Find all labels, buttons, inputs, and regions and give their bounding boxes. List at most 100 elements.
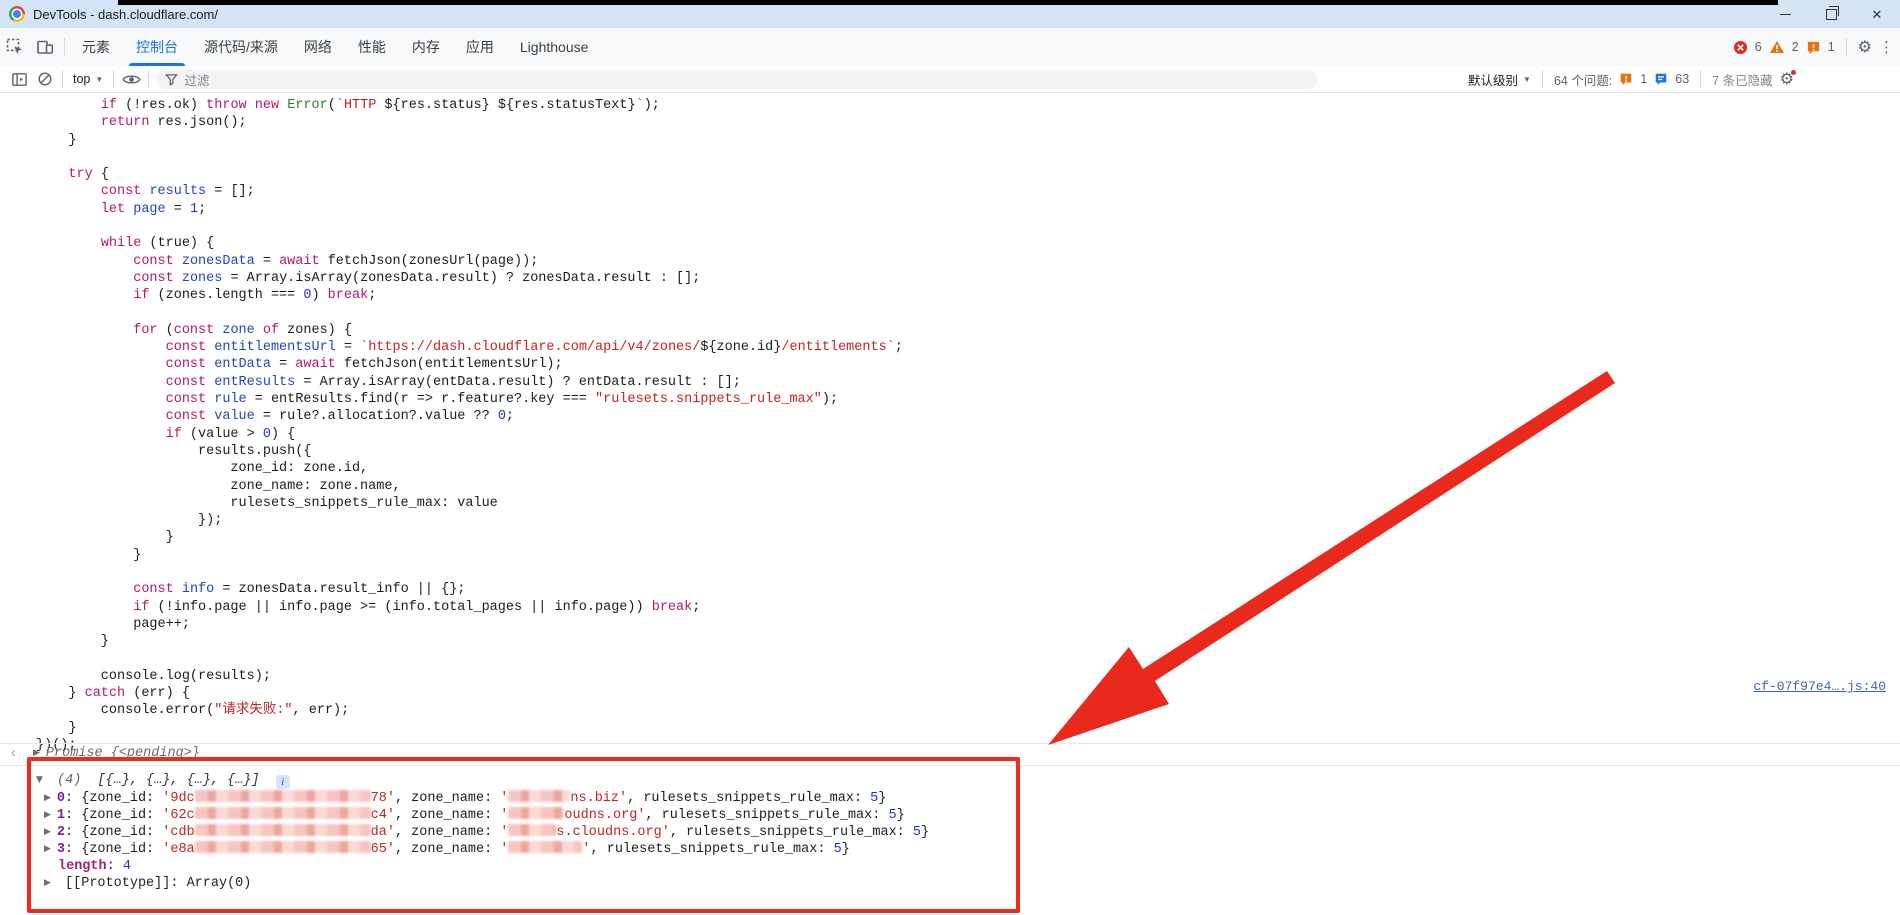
code-line: const entData = await fetchJson(entitlem… — [36, 356, 903, 373]
code-line: while (true) { — [36, 235, 903, 252]
tab-内存[interactable]: 内存 — [399, 28, 453, 66]
code-line: zone_id: zone.id, — [36, 460, 903, 477]
redacted-zone-name — [508, 841, 582, 853]
array-item-row[interactable]: ▶0: {zone_id: '9dc78', zone_name: 'ns.bi… — [36, 790, 1900, 807]
length-key: length — [58, 859, 107, 874]
collapse-chevron-icon[interactable]: ‹ — [9, 745, 18, 762]
window-title: DevTools - dash.cloudflare.com/ — [33, 7, 218, 22]
tab-控制台[interactable]: 控制台 — [123, 28, 191, 66]
tab-Lighthouse[interactable]: Lighthouse — [507, 28, 602, 66]
code-line: page++; — [36, 616, 903, 633]
array-header[interactable]: ▼ (4) [{…}, {…}, {…}, {…}] i — [36, 771, 1900, 790]
tab-性能[interactable]: 性能 — [345, 28, 399, 66]
inspect-icon — [6, 38, 24, 56]
clear-icon — [37, 71, 53, 87]
expand-triangle-icon[interactable]: ▶ — [33, 748, 40, 758]
funnel-icon — [165, 73, 178, 86]
expand-triangle-icon[interactable]: ▶ — [44, 844, 51, 854]
filter-placeholder: 过滤 — [184, 70, 209, 89]
issue-icon[interactable] — [1806, 40, 1821, 55]
code-line: const results = []; — [36, 183, 903, 200]
settings-gear-icon[interactable]: ⚙ — [1858, 39, 1872, 55]
code-line: } — [36, 633, 903, 650]
issues-label[interactable]: 64 个问题: — [1554, 70, 1612, 89]
code-line: } catch (err) { — [36, 685, 903, 702]
devtools-window: DevTools - dash.cloudflare.com/ ✕ 元素控制台源… — [0, 0, 1900, 915]
array-count: (4) — [57, 773, 81, 788]
more-options-icon[interactable]: ⋮ — [1879, 40, 1894, 55]
tab-源代码/来源[interactable]: 源代码/来源 — [191, 28, 291, 66]
code-line: zone_name: zone.name, — [36, 478, 903, 495]
console-sidebar-button[interactable] — [6, 67, 32, 91]
console-code-echo: if (!res.ok) throw new Error(`HTTP ${res… — [36, 97, 903, 754]
inspect-element-button[interactable] — [0, 33, 30, 61]
array-item-row[interactable]: ▶3: {zone_id: 'e8a65', zone_name: '', ru… — [36, 841, 1900, 858]
warning-icon[interactable] — [1769, 40, 1785, 54]
filter-input[interactable]: 过滤 — [157, 70, 1317, 89]
device-toolbar-icon — [36, 38, 54, 56]
code-line — [36, 651, 903, 668]
expand-triangle-icon[interactable]: ▶ — [44, 827, 51, 837]
info-icon[interactable]: i — [276, 775, 290, 789]
console-toolbar: top ▼ 过滤 默认级别 ▼ 64 个问题: 1 63 7 条已隐藏 ⚙ — [0, 66, 1900, 93]
code-line — [36, 149, 903, 166]
code-line: try { — [36, 166, 903, 183]
tab-网络[interactable]: 网络 — [291, 28, 345, 66]
close-icon: ✕ — [1872, 8, 1883, 21]
warning-count: 2 — [1792, 40, 1799, 54]
code-line — [36, 305, 903, 322]
redacted-zone-id — [195, 841, 371, 853]
promise-result-row[interactable]: ▶ Promise {<pending>} — [0, 743, 1900, 762]
clear-console-button[interactable] — [32, 67, 58, 91]
code-line: } — [36, 547, 903, 564]
restore-icon — [1826, 9, 1837, 20]
tab-bar-right: 6 2 1 ⚙ ⋮ — [1733, 28, 1894, 66]
console-settings-gear-icon[interactable]: ⚙ — [1780, 71, 1794, 87]
restore-button[interactable] — [1808, 0, 1854, 28]
prototype-value: Array(0) — [187, 876, 252, 891]
array-item-row[interactable]: ▶1: {zone_id: '62cc4', zone_name: 'oudns… — [36, 807, 1900, 824]
code-line: results.push({ — [36, 443, 903, 460]
issue-error-icon — [1619, 72, 1633, 86]
promise-text: Promise {<pending>} — [46, 746, 200, 761]
source-location-link[interactable]: cf-07f97e4….js:40 — [1753, 679, 1886, 694]
panel-tabs: 元素控制台源代码/来源网络性能内存应用Lighthouse — [69, 28, 601, 66]
log-level-selector[interactable]: 默认级别 ▼ — [1468, 70, 1531, 89]
code-line: const rule = entResults.find(r => r.feat… — [36, 391, 903, 408]
code-line: rulesets_snippets_rule_max: value — [36, 495, 903, 512]
expand-triangle-icon[interactable]: ▶ — [44, 793, 51, 803]
code-line: console.error("请求失败:", err); — [36, 702, 903, 719]
prototype-row[interactable]: ▶ [[Prototype]]: Array(0) — [36, 875, 1900, 892]
hidden-messages-label[interactable]: 7 条已隐藏 — [1712, 70, 1772, 89]
code-line — [36, 564, 903, 581]
code-line: let page = 1; — [36, 201, 903, 218]
code-line: for (const zone of zones) { — [36, 322, 903, 339]
live-expression-button[interactable] — [118, 67, 144, 91]
array-length-row: length: 4 — [36, 858, 1900, 875]
issue-count: 1 — [1828, 40, 1835, 54]
collapse-triangle-icon[interactable]: ▼ — [36, 775, 43, 785]
tab-元素[interactable]: 元素 — [69, 28, 123, 66]
array-item-row[interactable]: ▶2: {zone_id: 'cdbda', zone_name: 's.clo… — [36, 824, 1900, 841]
expand-triangle-icon[interactable]: ▶ — [44, 878, 51, 888]
divider — [1542, 70, 1543, 88]
code-line: if (zones.length === 0) break; — [36, 287, 903, 304]
close-button[interactable]: ✕ — [1854, 0, 1900, 28]
redacted-zone-name — [508, 807, 564, 819]
context-selector-label: top — [73, 72, 90, 86]
code-line: return res.json(); — [36, 114, 903, 131]
minimize-icon — [1780, 14, 1791, 15]
expand-triangle-icon[interactable]: ▶ — [44, 810, 51, 820]
code-line: const value = rule?.allocation?.value ??… — [36, 408, 903, 425]
issue-info-count: 63 — [1675, 72, 1689, 86]
device-toolbar-button[interactable] — [30, 33, 60, 61]
divider — [148, 70, 149, 88]
devtools-tab-bar: 元素控制台源代码/来源网络性能内存应用Lighthouse 6 2 1 ⚙ ⋮ — [0, 28, 1900, 67]
code-line — [36, 218, 903, 235]
panel-icon — [11, 71, 28, 88]
context-selector[interactable]: top ▼ — [67, 72, 109, 86]
redacted-zone-name — [508, 824, 556, 836]
error-icon[interactable] — [1733, 40, 1748, 55]
tab-应用[interactable]: 应用 — [453, 28, 507, 66]
code-line: console.log(results); — [36, 668, 903, 685]
